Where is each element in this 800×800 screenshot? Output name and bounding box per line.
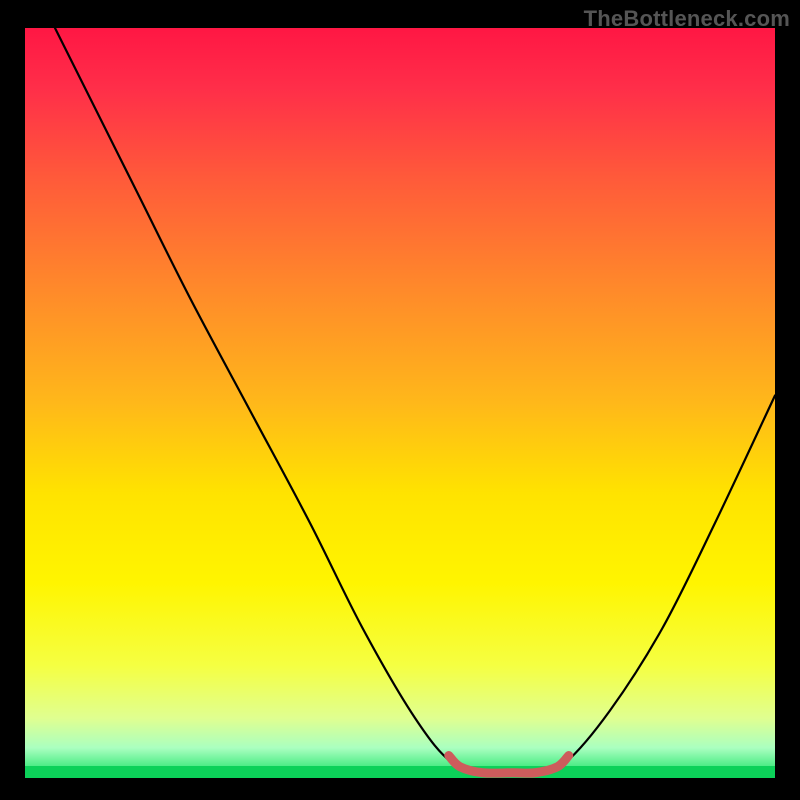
gradient-background bbox=[25, 28, 775, 778]
plot-area bbox=[25, 28, 775, 778]
chart-frame: TheBottleneck.com bbox=[0, 0, 800, 800]
chart-svg bbox=[25, 28, 775, 778]
watermark-text: TheBottleneck.com bbox=[584, 6, 790, 32]
baseline-band bbox=[25, 766, 775, 778]
